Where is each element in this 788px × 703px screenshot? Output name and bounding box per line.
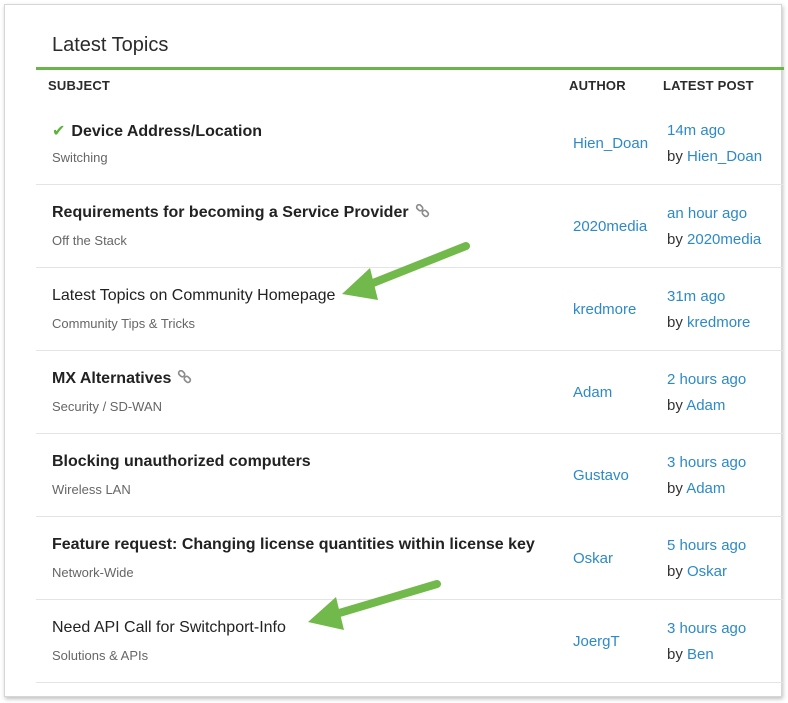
annotation-arrows [308,242,470,630]
annotation-arrow-icon [342,242,470,300]
annotation-arrow-icon [308,580,441,630]
